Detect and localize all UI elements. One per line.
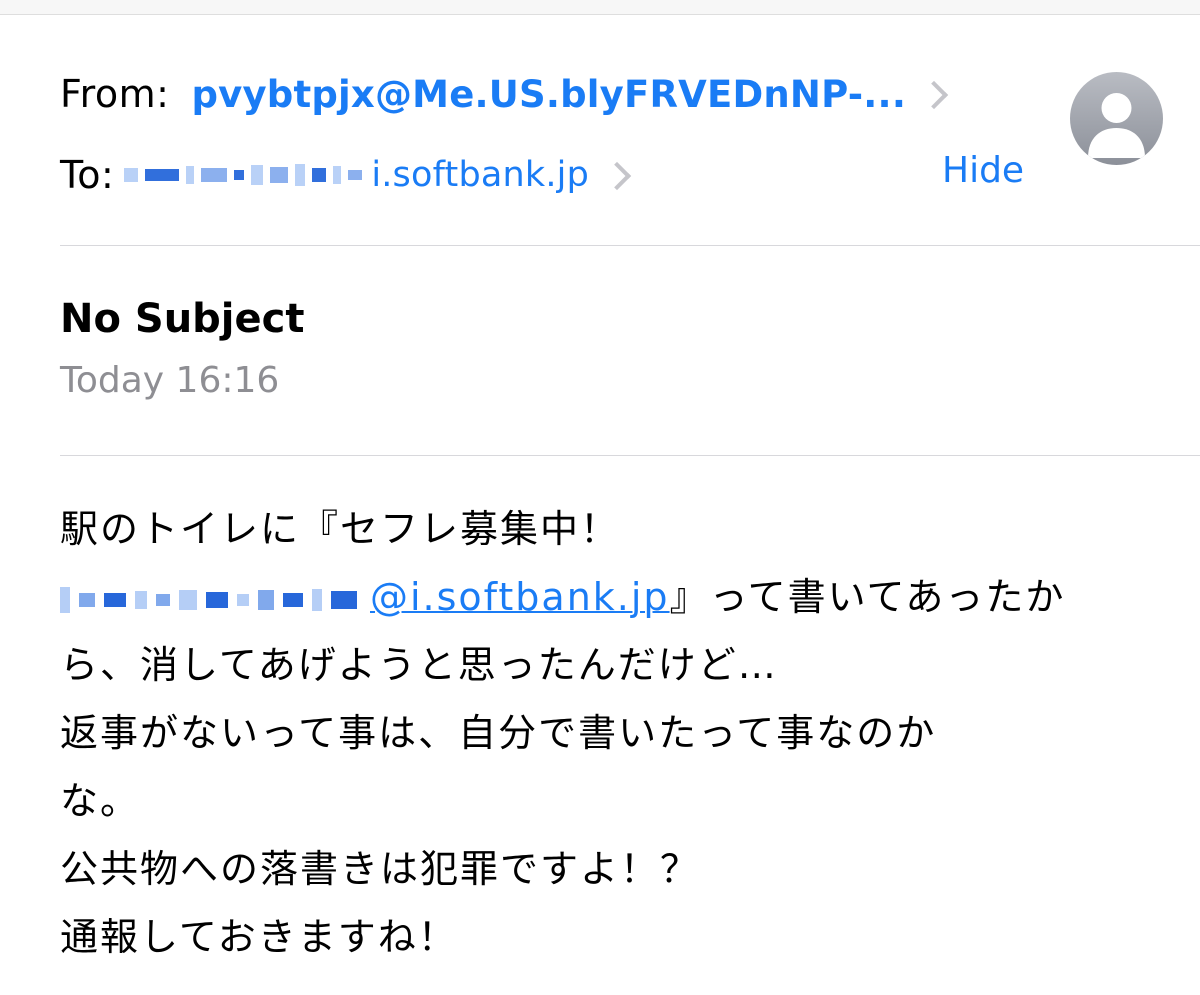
redacted-email-pixelation	[60, 581, 366, 619]
from-address[interactable]: pvybtpjx@Me.US.blyFRVEDnNP-...	[191, 73, 906, 116]
message-date: Today 16:16	[60, 360, 280, 401]
from-label: From:	[60, 72, 170, 116]
redacted-recipient-pixelation	[124, 157, 369, 193]
message-body: 駅のトイレに『セフレ募集中！ @i.softbank.jp』って書いてあったか …	[60, 495, 1160, 971]
message-header: From: pvybtpjx@Me.US.blyFRVEDnNP-... To:…	[0, 0, 1200, 250]
body-line-2-tail: 』って書いてあったか	[669, 575, 1066, 619]
to-address[interactable]: i.softbank.jp	[371, 155, 589, 195]
subject-divider	[60, 455, 1200, 456]
body-line-5: な。	[60, 779, 141, 823]
body-line-4: 返事がないって事は、自分で書いたって事なのか	[60, 711, 937, 755]
to-label: To:	[60, 153, 115, 197]
to-row[interactable]: To: i.softbank.jp	[60, 146, 632, 204]
body-line-2: @i.softbank.jp』って書いてあったか	[60, 563, 1160, 631]
body-line-3: ら、消してあげようと思ったんだけど…	[60, 643, 778, 687]
body-line-6: 公共物への落書きは犯罪ですよ！？	[60, 847, 701, 891]
header-divider	[60, 245, 1200, 246]
body-line-1: 駅のトイレに『セフレ募集中！	[60, 507, 621, 551]
hide-details-button[interactable]: Hide	[942, 150, 1024, 191]
person-silhouette-icon[interactable]	[1070, 72, 1163, 165]
body-line-7: 通報しておきますね！	[60, 915, 458, 959]
chevron-right-icon[interactable]	[919, 80, 949, 110]
email-link[interactable]: @i.softbank.jp	[370, 575, 670, 619]
from-row[interactable]: From: pvybtpjx@Me.US.blyFRVEDnNP-...	[60, 64, 949, 124]
message-subject: No Subject	[60, 296, 305, 342]
chevron-right-icon[interactable]	[602, 161, 632, 191]
